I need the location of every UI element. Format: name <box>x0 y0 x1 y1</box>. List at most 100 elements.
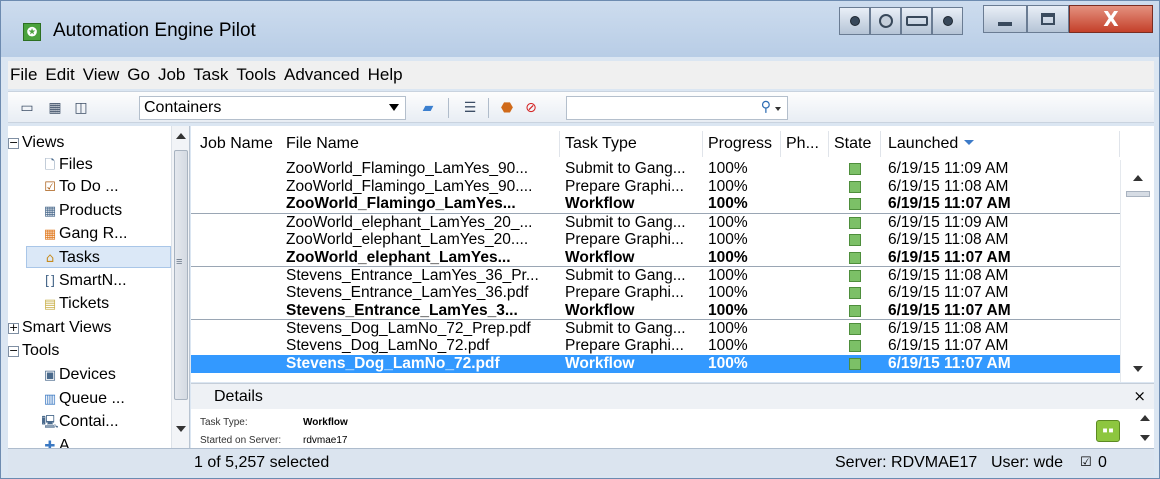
details-scrollbar[interactable] <box>1136 409 1154 448</box>
table-row[interactable]: ZooWorld_elephant_LamYes_20_... Submit to… <box>191 213 1121 231</box>
column-divider[interactable] <box>880 131 881 157</box>
cell-file-name: ZooWorld_elephant_LamYes_20.... <box>286 230 529 248</box>
view-toggle-4-icon[interactable] <box>932 7 963 35</box>
tree-group-smart-views[interactable]: + Smart Views <box>8 317 112 339</box>
grid-scrollbar-thumb[interactable] <box>1126 191 1150 197</box>
table-row[interactable]: Stevens_Dog_LamNo_72_Prep.pdf Submit to G… <box>191 319 1121 337</box>
tree-item-smartnames[interactable]: [] SmartN... <box>41 270 127 292</box>
tree-item-label: Gang R... <box>59 225 128 242</box>
state-completed-icon <box>849 251 861 264</box>
file-icon: 🗋 <box>44 158 56 173</box>
menu-advanced[interactable]: Advanced <box>284 65 360 85</box>
toolbar-separator <box>448 98 449 118</box>
cell-file-name: Stevens_Entrance_LamYes_36_Pr... <box>286 267 539 285</box>
details-value: Workflow <box>303 417 348 428</box>
tree-item-todo[interactable]: ☑ To Do ... <box>41 176 118 198</box>
column-header-state[interactable]: State <box>834 135 871 153</box>
table-row[interactable]: ZooWorld_Flamingo_LamYes_90... Submit to … <box>191 160 1121 178</box>
cell-task-type: Prepare Graphi... <box>565 177 684 195</box>
tree-group-tools[interactable]: − Tools <box>8 340 59 362</box>
table-row[interactable]: Stevens_Dog_LamNo_72.pdf Workflow 100% 6/19… <box>191 354 1121 373</box>
details-close-icon[interactable]: × <box>1133 387 1146 405</box>
tree-item-access[interactable]: ✚ A...... <box>41 435 97 448</box>
column-header-task-type[interactable]: Task Type <box>565 135 637 153</box>
cell-task-type: Workflow <box>565 195 635 213</box>
table-row[interactable]: Stevens_Entrance_LamYes_36.pdf Prepare Gr… <box>191 284 1121 302</box>
tree-item-containers[interactable]: 🖳Contai... <box>41 411 118 433</box>
column-divider[interactable] <box>1119 131 1120 157</box>
column-header-launched[interactable]: Launched <box>888 135 975 153</box>
menu-help[interactable]: Help <box>368 65 403 85</box>
close-button[interactable]: X <box>1069 5 1153 33</box>
table-row[interactable]: ZooWorld_Flamingo_LamYes_90.... Prepare G… <box>191 178 1121 196</box>
tree-scrollbar[interactable]: ≡ <box>171 126 189 448</box>
collapse-icon[interactable]: − <box>8 345 19 357</box>
workflow-icon[interactable]: ▪▪ <box>1096 420 1120 442</box>
search-input[interactable]: ⚲ <box>566 96 788 120</box>
search-icon[interactable]: ⚲ <box>761 99 771 115</box>
cell-progress: 100% <box>708 337 748 354</box>
search-dropdown-icon[interactable] <box>775 107 781 111</box>
table-row[interactable]: Stevens_Entrance_LamYes_3... Workflow 100%… <box>191 302 1121 320</box>
scroll-down-icon[interactable] <box>1140 435 1150 441</box>
panel-view-icon[interactable]: ◫ <box>72 100 90 116</box>
table-row[interactable]: ZooWorld_elephant_LamYes_20.... Prepare G… <box>191 231 1121 249</box>
column-header-file-name[interactable]: File Name <box>286 135 359 153</box>
menu-tools[interactable]: Tools <box>236 65 276 85</box>
tickets-icon: ▤ <box>43 297 57 312</box>
column-divider[interactable] <box>702 131 703 157</box>
single-pane-icon[interactable]: ▭ <box>18 100 36 116</box>
scroll-down-icon[interactable] <box>176 426 186 432</box>
tree-item-files[interactable]: 🗋 Files <box>41 154 93 176</box>
scroll-up-icon[interactable] <box>1140 415 1150 421</box>
scroll-up-icon[interactable] <box>1133 175 1143 181</box>
maximize-button[interactable] <box>1027 5 1069 33</box>
stop-icon[interactable]: ⊘ <box>522 100 540 116</box>
expand-icon[interactable]: + <box>8 322 19 334</box>
tree-group-views[interactable]: − Views <box>8 132 64 154</box>
grid-scrollbar[interactable] <box>1120 160 1154 382</box>
tree-item-devices[interactable]: ▣ Devices <box>41 364 116 386</box>
table-row[interactable]: Stevens_Entrance_LamYes_36_Pr... Submit t… <box>191 266 1121 284</box>
column-divider[interactable] <box>780 131 781 157</box>
table-row[interactable]: Stevens_Dog_LamNo_72.pdf Prepare Graphi..… <box>191 337 1121 355</box>
cell-task-type: Prepare Graphi... <box>565 230 684 248</box>
new-folder-icon[interactable]: ▰ <box>417 100 439 116</box>
table-row[interactable]: ZooWorld_Flamingo_LamYes... Workflow 100% 6… <box>191 195 1121 213</box>
tree-item-label: Products <box>59 202 123 219</box>
scroll-down-icon[interactable] <box>1133 366 1143 372</box>
menu-view[interactable]: View <box>83 65 120 85</box>
column-header-phase[interactable]: Ph... <box>786 135 819 153</box>
view-toggle-1-icon[interactable] <box>839 7 870 35</box>
collapse-icon[interactable]: − <box>8 137 19 149</box>
tree-item-tickets[interactable]: ▤ Tickets <box>41 293 109 315</box>
view-toggle-3-icon[interactable] <box>901 7 932 35</box>
menu-task[interactable]: Task <box>193 65 228 85</box>
menu-go[interactable]: Go <box>127 65 150 85</box>
view-toggle-2-icon[interactable] <box>870 7 901 35</box>
title-bar[interactable]: ✪ Automation Engine Pilot X <box>1 1 1159 57</box>
table-row[interactable]: ZooWorld_elephant_LamYes... Workflow 100% 6… <box>191 249 1121 267</box>
menu-file[interactable]: File <box>10 65 37 85</box>
menu-job[interactable]: Job <box>158 65 185 85</box>
column-divider[interactable] <box>559 131 560 157</box>
tree-item-queue[interactable]: ▥ Queue ... <box>41 388 125 410</box>
app-window: ✪ Automation Engine Pilot X File Edit Vi… <box>0 0 1160 479</box>
tree-scrollbar-thumb[interactable] <box>174 150 188 400</box>
sort-descending-icon <box>964 140 975 145</box>
tree-item-tasks[interactable]: ⌂ Tasks <box>26 246 171 268</box>
tree-item-products[interactable]: ▦ Products <box>41 200 122 222</box>
state-completed-icon <box>849 217 861 230</box>
column-header-progress[interactable]: Progress <box>708 135 772 153</box>
todo-icon[interactable]: ☑ <box>1080 455 1092 470</box>
scroll-up-icon[interactable] <box>176 133 186 139</box>
menu-edit[interactable]: Edit <box>45 65 74 85</box>
tasks-list-icon[interactable]: ☰ <box>459 100 481 116</box>
container-select[interactable]: Containers <box>139 96 406 120</box>
column-header-job-name[interactable]: Job Name <box>200 135 273 153</box>
tree-item-gang-runs[interactable]: ▦ Gang R... <box>41 223 128 245</box>
column-divider[interactable] <box>828 131 829 157</box>
launch-icon[interactable]: ⬣ <box>498 100 516 116</box>
grid-view-icon[interactable]: ▦ <box>46 100 64 116</box>
minimize-button[interactable] <box>983 5 1027 33</box>
